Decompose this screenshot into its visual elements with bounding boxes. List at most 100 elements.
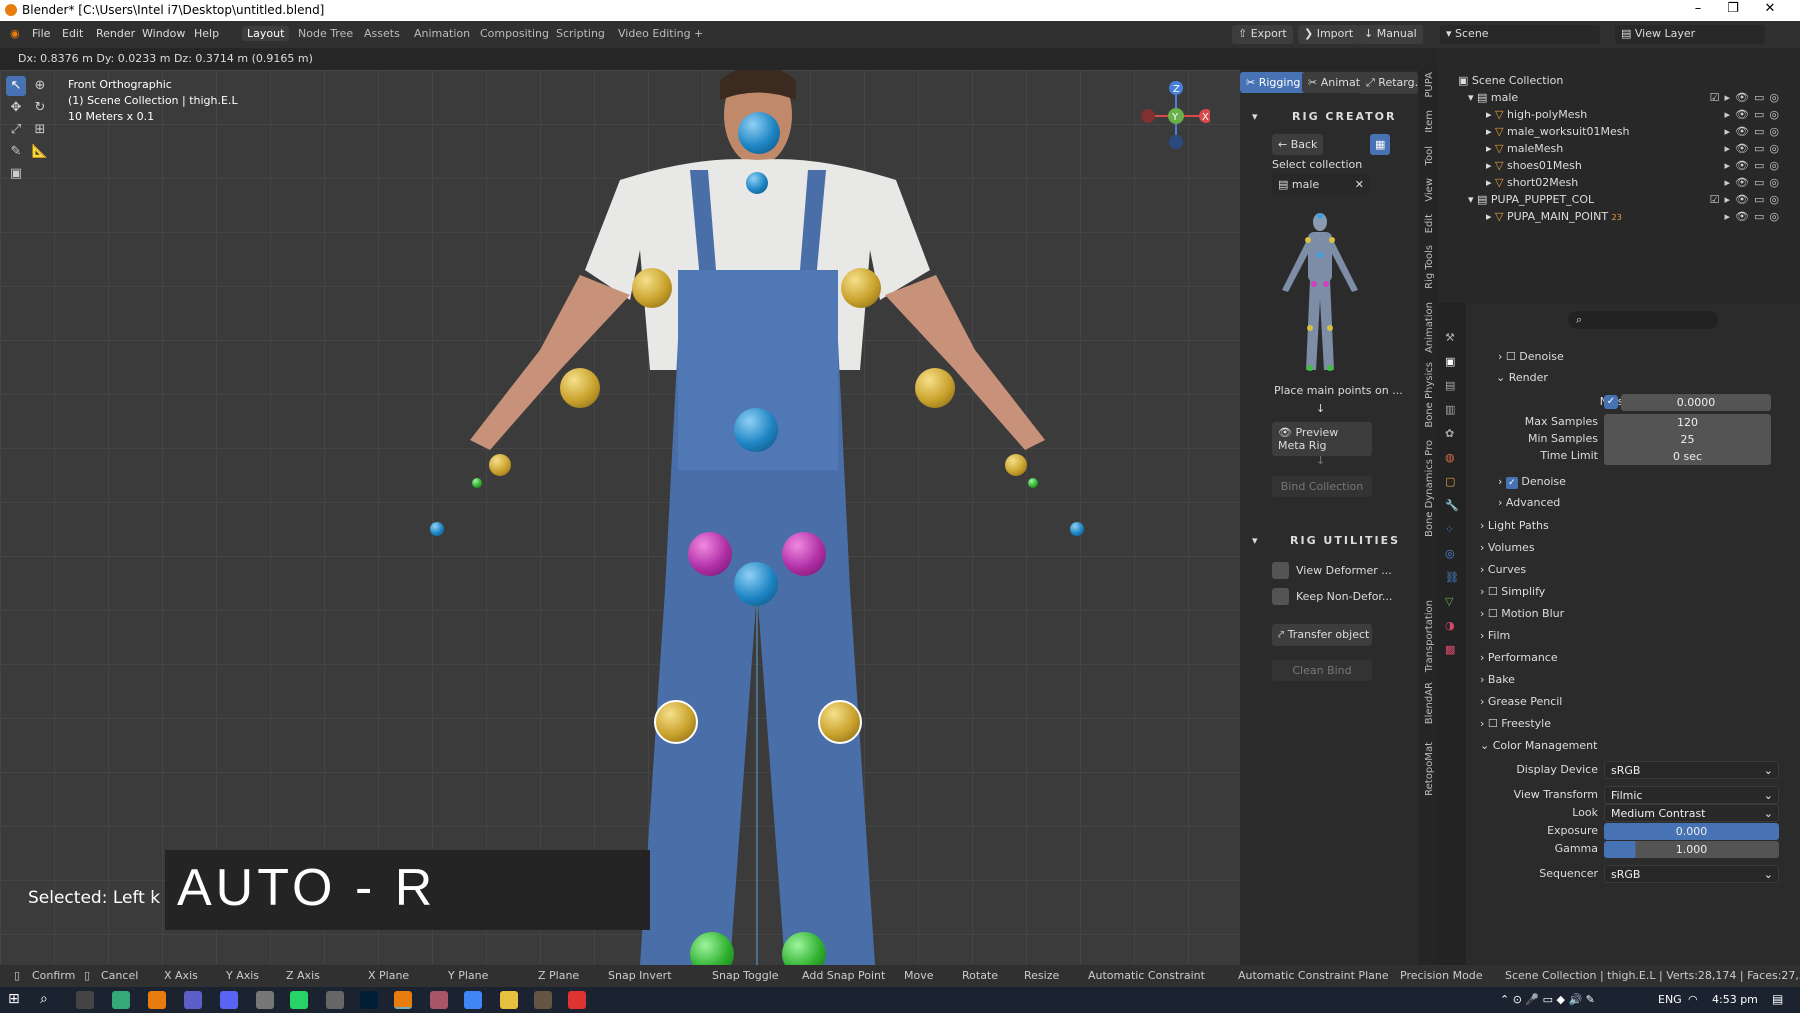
- menu-help[interactable]: Help: [194, 27, 219, 40]
- panel-bake[interactable]: › Bake: [1480, 673, 1515, 686]
- whatsapp-app-icon[interactable]: [290, 991, 308, 1009]
- clock[interactable]: 4:53 pm: [1712, 993, 1758, 1006]
- vtab-item[interactable]: Item: [1424, 110, 1435, 133]
- tray-icons[interactable]: ⌃ ⊙ 🎤 ▭ ◆ 🔊 ✎: [1500, 993, 1595, 1006]
- panel-simplify[interactable]: › ☐ Simplify: [1480, 585, 1545, 598]
- tool-tab-icon[interactable]: ⚒: [1445, 331, 1455, 344]
- search-icon[interactable]: ⌕: [40, 991, 58, 1009]
- outliner-row-short[interactable]: ▸ ▽ short02Mesh ▸👁▭◎: [1486, 176, 1798, 194]
- finger-right-point[interactable]: [1028, 478, 1038, 488]
- vtab-animation[interactable]: Animation: [1424, 302, 1435, 353]
- outliner-row-worksuit[interactable]: ▸ ▽ male_worksuit01Mesh ▸👁▭◎: [1486, 125, 1798, 143]
- menu-window[interactable]: Window: [142, 27, 185, 40]
- rig-settings-icon[interactable]: ▦: [1370, 134, 1391, 155]
- chrome-app-icon[interactable]: [464, 991, 482, 1009]
- tab-compositing[interactable]: Compositing: [480, 27, 549, 40]
- rig-utilities-collapse-icon[interactable]: ▾: [1252, 534, 1258, 547]
- import-button[interactable]: ❯ Import: [1298, 25, 1360, 44]
- advanced-subpanel[interactable]: › Advanced: [1498, 496, 1560, 509]
- vtab-bone-dynamics-pro[interactable]: Bone Dynamics Pro: [1424, 440, 1435, 537]
- vtab-view[interactable]: View: [1424, 178, 1435, 202]
- preview-meta-rig-button[interactable]: 👁 Preview Meta Rig: [1272, 422, 1372, 456]
- row-visibility-icons[interactable]: ▸👁▭◎: [1725, 176, 1784, 189]
- view-layer-tab-icon[interactable]: ▥: [1445, 403, 1455, 416]
- look-select[interactable]: Medium Contrast ⌄: [1604, 804, 1779, 822]
- row-visibility-icons[interactable]: ☑▸👁▭◎: [1710, 193, 1784, 206]
- time-limit-field[interactable]: 0 sec: [1604, 448, 1771, 465]
- fingertip-left-point[interactable]: [430, 522, 444, 536]
- outliner-row-high-poly[interactable]: ▸ ▽ high-polyMesh ▸👁▭◎: [1486, 108, 1798, 126]
- vtab-bone-physics[interactable]: Bone Physics: [1424, 362, 1435, 428]
- language-indicator[interactable]: ENG: [1658, 993, 1682, 1006]
- render-subpanel[interactable]: ⌄ Render: [1496, 371, 1548, 384]
- tab-video-editing[interactable]: Video Editing: [618, 27, 691, 40]
- spine-point[interactable]: [734, 408, 778, 452]
- modifier-tab-icon[interactable]: 🔧: [1445, 499, 1459, 512]
- back-button[interactable]: ← Back: [1272, 134, 1324, 155]
- elbow-left-point[interactable]: [560, 368, 600, 408]
- hip-left-point[interactable]: [688, 532, 732, 576]
- 3d-viewport[interactable]: ↖ ⊕ ✥ ↻ ⤢ ⊞ ✎ 📐 ▣ Front Orthographic (1)…: [0, 70, 1240, 965]
- panel-performance[interactable]: › Performance: [1480, 651, 1558, 664]
- texture-tab-icon[interactable]: ▩: [1445, 643, 1455, 656]
- panel-color-management[interactable]: ⌄ Color Management: [1480, 739, 1597, 752]
- fingertip-right-point[interactable]: [1070, 522, 1084, 536]
- gamma-field[interactable]: 1.000: [1604, 841, 1779, 858]
- noise-threshold-field[interactable]: 0.0000: [1621, 394, 1771, 411]
- exposure-field[interactable]: 0.000: [1604, 823, 1779, 840]
- tab-node-tree[interactable]: Node Tree: [298, 27, 353, 40]
- row-visibility-icons[interactable]: ▸👁▭◎: [1725, 108, 1784, 121]
- tab-assets[interactable]: Assets: [364, 27, 400, 40]
- shoulder-right-point[interactable]: [841, 268, 881, 308]
- vtab-tool[interactable]: Tool: [1424, 146, 1435, 165]
- view-deformer-checkbox[interactable]: [1272, 562, 1289, 579]
- teams-app-icon[interactable]: [184, 991, 202, 1009]
- material-tab-icon[interactable]: ◑: [1445, 619, 1455, 632]
- finger-left-point[interactable]: [472, 478, 482, 488]
- blender-app-icon[interactable]: [394, 991, 412, 1009]
- panel-light-paths[interactable]: › Light Paths: [1480, 519, 1549, 532]
- head-point[interactable]: [738, 112, 780, 154]
- tab-scripting[interactable]: Scripting: [556, 27, 605, 40]
- noise-threshold-checkbox[interactable]: ✓: [1604, 395, 1618, 409]
- output-tab-icon[interactable]: ▤: [1445, 379, 1455, 392]
- panel-motion-blur[interactable]: › ☐ Motion Blur: [1480, 607, 1564, 620]
- panel-curves[interactable]: › Curves: [1480, 563, 1526, 576]
- app-icon-2[interactable]: [326, 991, 344, 1009]
- wifi-icon[interactable]: ◠: [1688, 993, 1698, 1006]
- vtab-retopomat[interactable]: RetopoMat: [1424, 742, 1435, 796]
- export-button[interactable]: ⇧ Export: [1232, 25, 1293, 44]
- notification-icon[interactable]: ▤: [1772, 992, 1783, 1006]
- outliner-root[interactable]: ▣ Scene Collection: [1458, 74, 1563, 92]
- scene-selector[interactable]: ▾ Scene: [1440, 25, 1600, 44]
- vtab-rig-tools[interactable]: Rig Tools: [1424, 245, 1435, 289]
- scene-tab-icon[interactable]: ✿: [1445, 427, 1454, 440]
- camera-app-icon[interactable]: [76, 991, 94, 1009]
- panel-film[interactable]: › Film: [1480, 629, 1510, 642]
- view-transform-select[interactable]: Filmic ⌄: [1604, 786, 1779, 804]
- vtab-edit[interactable]: Edit: [1424, 214, 1435, 233]
- app-icon[interactable]: [256, 991, 274, 1009]
- properties-search-input[interactable]: ⌕: [1568, 311, 1718, 329]
- windows-start-icon[interactable]: ⊞: [8, 991, 26, 1009]
- shoulder-left-point[interactable]: [632, 268, 672, 308]
- clear-collection-icon[interactable]: ✕: [1355, 178, 1364, 191]
- restore-icon[interactable]: ❐: [1718, 1, 1748, 16]
- panel-grease-pencil[interactable]: › Grease Pencil: [1480, 695, 1562, 708]
- denoise-checkbox[interactable]: ✓: [1505, 477, 1518, 489]
- panel-freestyle[interactable]: › ☐ Freestyle: [1480, 717, 1551, 730]
- app-icon-5[interactable]: [568, 991, 586, 1009]
- add-workspace-button[interactable]: +: [694, 27, 703, 40]
- bind-collection-button[interactable]: Bind Collection: [1272, 476, 1372, 497]
- outliner-row-shoes[interactable]: ▸ ▽ shoes01Mesh ▸👁▭◎: [1486, 159, 1798, 177]
- collection-field[interactable]: ▤ male ✕: [1272, 174, 1370, 195]
- view-layer-selector[interactable]: ▤ View Layer: [1615, 25, 1765, 44]
- minimize-icon[interactable]: –: [1683, 1, 1713, 16]
- menu-edit[interactable]: Edit: [62, 27, 83, 40]
- wrist-right-point[interactable]: [1005, 454, 1027, 476]
- menu-file[interactable]: File: [32, 27, 50, 40]
- blender-menu-icon[interactable]: ◉: [10, 27, 20, 40]
- hip-right-point[interactable]: [782, 532, 826, 576]
- data-tab-icon[interactable]: ▽: [1445, 595, 1453, 608]
- transfer-object-button[interactable]: ⤤ Transfer object w...: [1272, 624, 1372, 646]
